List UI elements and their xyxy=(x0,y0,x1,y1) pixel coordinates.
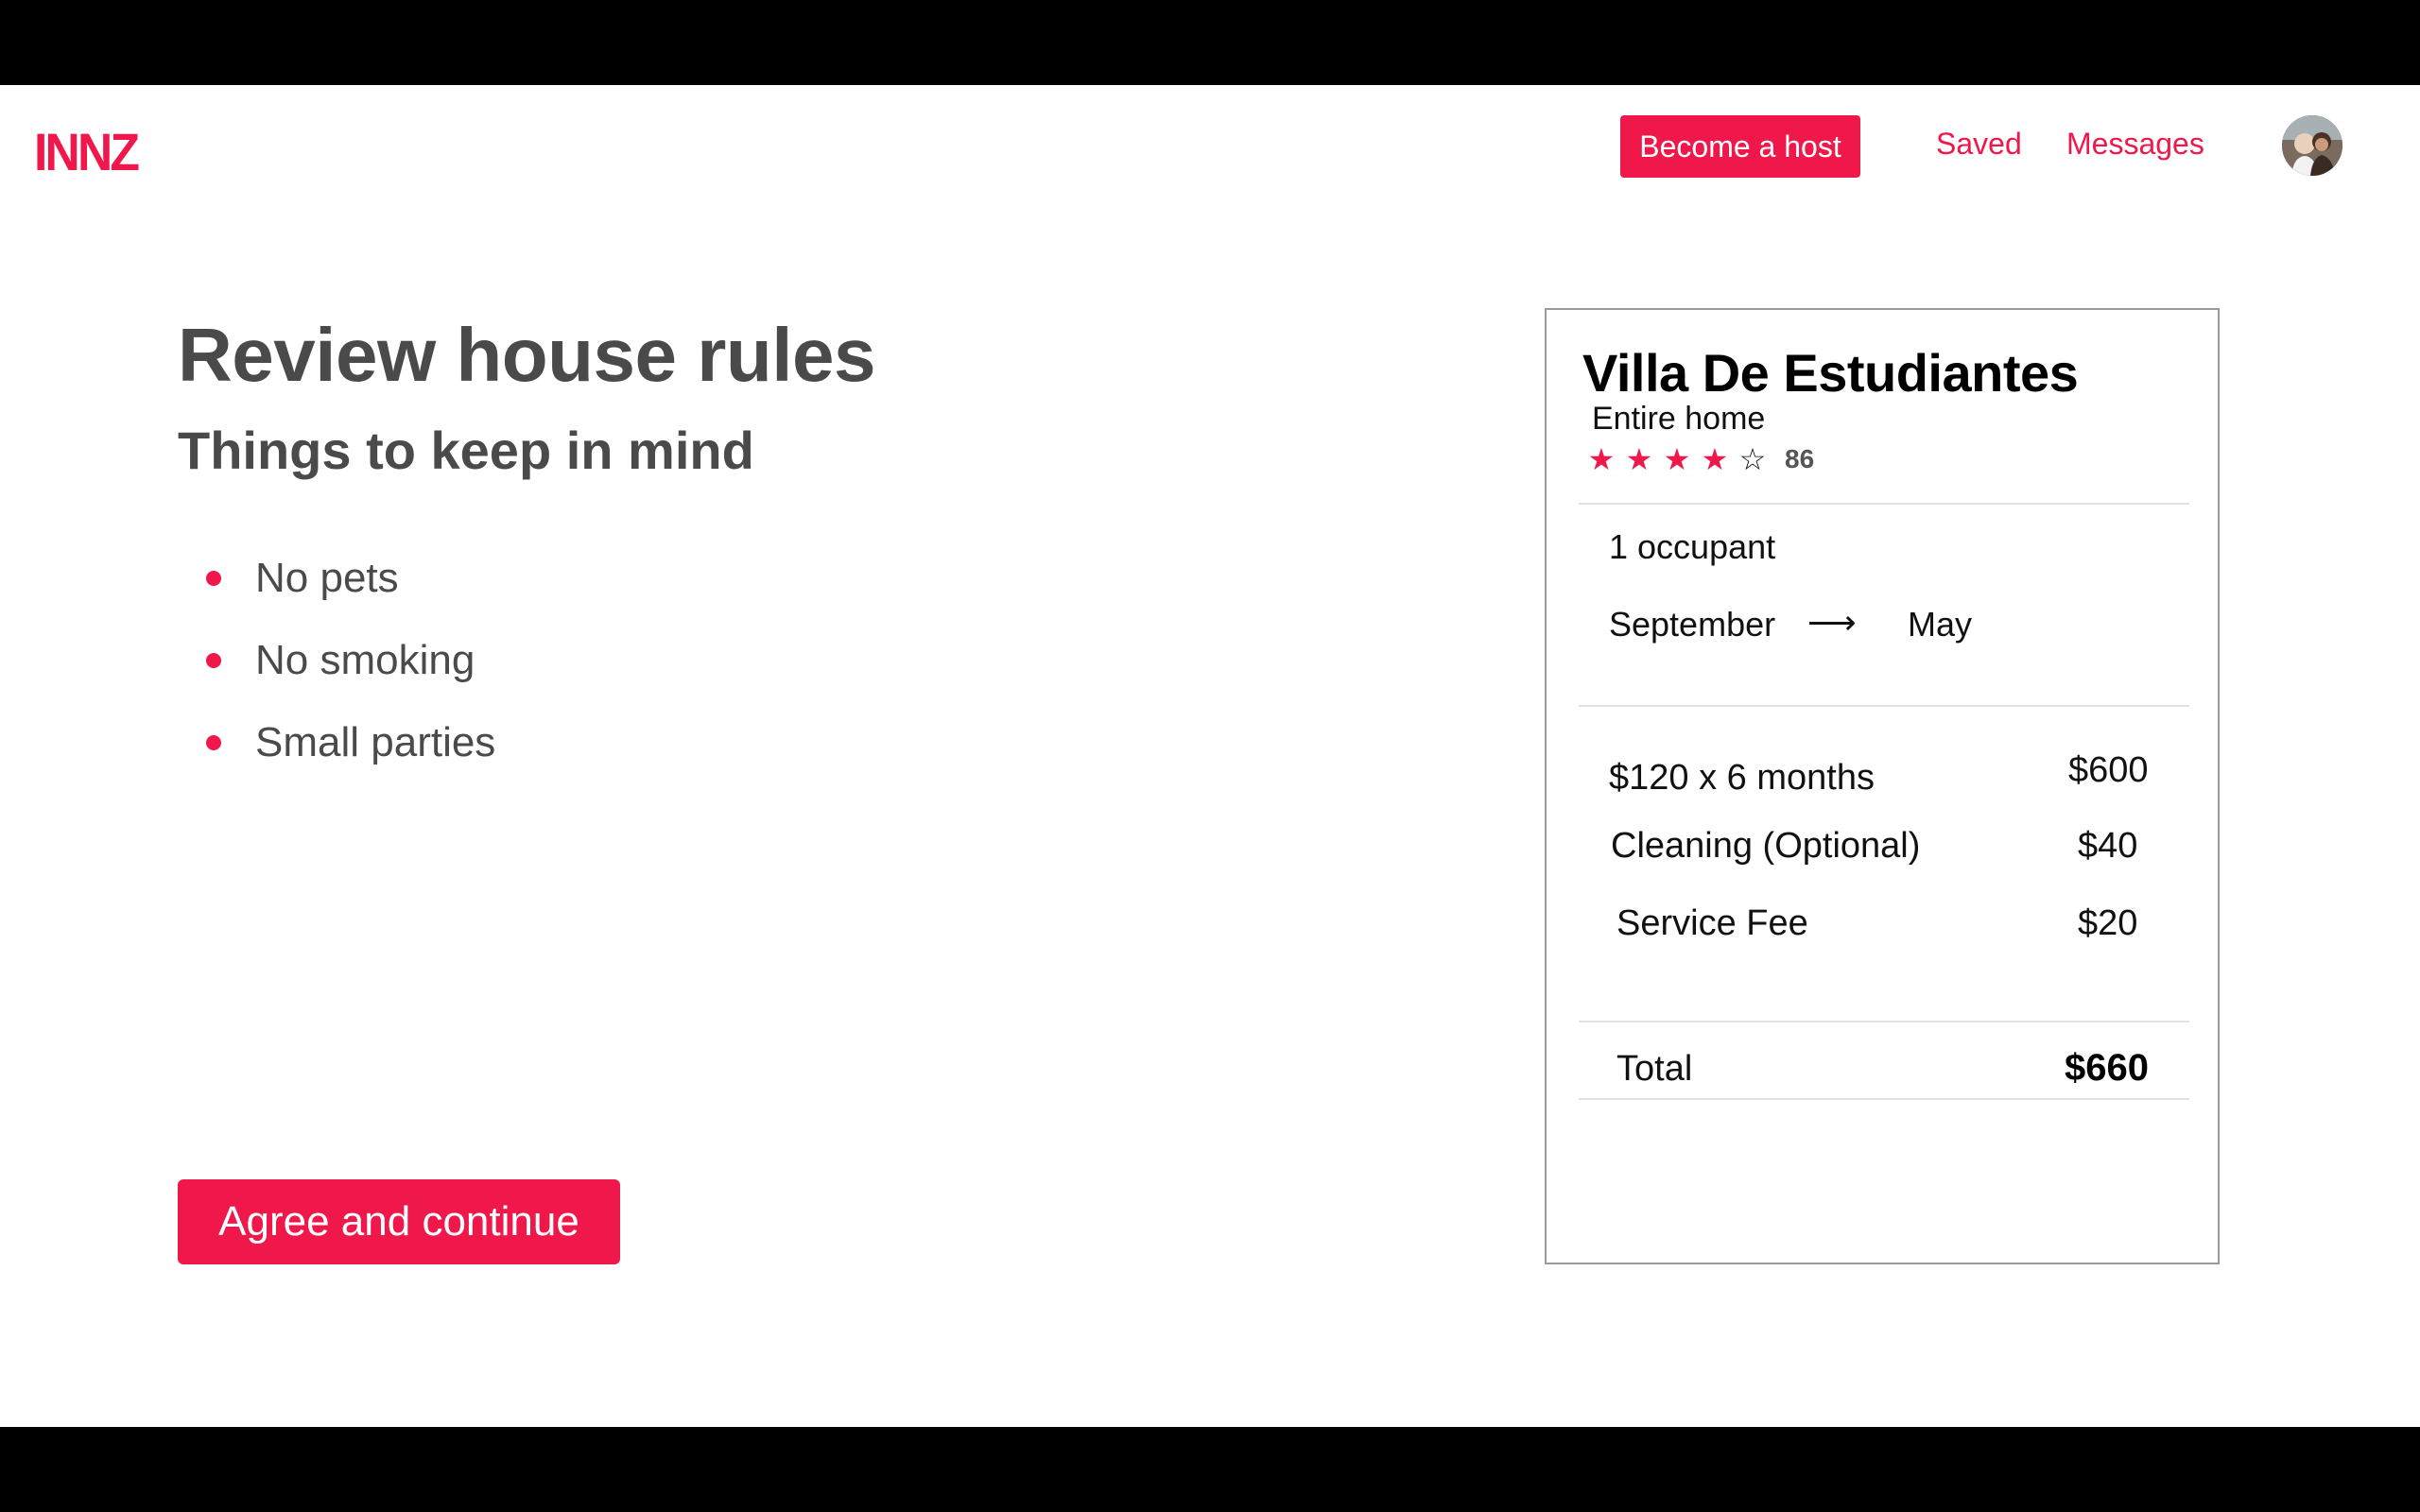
rule-text: No smoking xyxy=(255,636,475,683)
page-title: Review house rules xyxy=(178,313,875,397)
house-rules-list: No pets No smoking Small parties xyxy=(206,537,495,783)
divider xyxy=(1579,705,2189,707)
page-subtitle: Things to keep in mind xyxy=(178,421,754,480)
rule-text: Small parties xyxy=(255,718,496,765)
line-item-label: $120 x 6 months xyxy=(1609,758,1875,798)
total-label: Total xyxy=(1616,1049,1693,1089)
line-item-value: $40 xyxy=(2078,826,2138,866)
line-item-value: $600 xyxy=(2068,750,2149,790)
list-item: No pets xyxy=(206,537,495,619)
divider xyxy=(1579,1021,2189,1022)
arrow-right-icon: ⟶ xyxy=(1807,603,1857,642)
messages-link[interactable]: Messages xyxy=(2066,127,2204,162)
line-item-label: Service Fee xyxy=(1616,903,1808,943)
listing-name: Villa De Estudiantes xyxy=(1582,343,2079,403)
end-month: May xyxy=(1908,605,1973,644)
saved-link[interactable]: Saved xyxy=(1936,127,2022,162)
booking-summary-card: Villa De Estudiantes Entire home ★ ★ ★ ★… xyxy=(1545,308,2220,1264)
star-empty-icon: ☆ xyxy=(1738,442,1767,476)
star-filled-icon: ★ xyxy=(1587,442,1616,476)
list-item: No smoking xyxy=(206,619,495,701)
rating-stars: ★ ★ ★ ★ ☆ 86 xyxy=(1582,440,1815,478)
page: INNZ Become a host Saved Messages Review… xyxy=(0,85,2420,1427)
line-item-value: $20 xyxy=(2078,903,2138,943)
star-filled-icon: ★ xyxy=(1663,442,1691,476)
line-item-label: Cleaning (Optional) xyxy=(1611,826,1921,866)
list-item: Small parties xyxy=(206,701,495,783)
bullet-icon xyxy=(206,652,221,668)
star-filled-icon: ★ xyxy=(1701,442,1729,476)
bullet-icon xyxy=(206,570,221,586)
innz-logo[interactable]: INNZ xyxy=(34,121,140,182)
rule-text: No pets xyxy=(255,554,399,601)
start-month: September xyxy=(1609,605,1776,644)
avatar-photo-icon xyxy=(2282,115,2342,176)
agree-continue-button[interactable]: Agree and continue xyxy=(178,1179,620,1264)
review-count: 86 xyxy=(1785,444,1815,473)
occupant-count: 1 occupant xyxy=(1609,527,1776,566)
divider xyxy=(1579,503,2189,505)
bullet-icon xyxy=(206,734,221,750)
total-value: $660 xyxy=(2065,1047,2149,1089)
star-filled-icon: ★ xyxy=(1625,442,1653,476)
divider xyxy=(1579,1098,2189,1100)
user-avatar[interactable] xyxy=(2282,115,2342,176)
listing-type: Entire home xyxy=(1592,401,1766,437)
become-host-button[interactable]: Become a host xyxy=(1620,115,1860,178)
